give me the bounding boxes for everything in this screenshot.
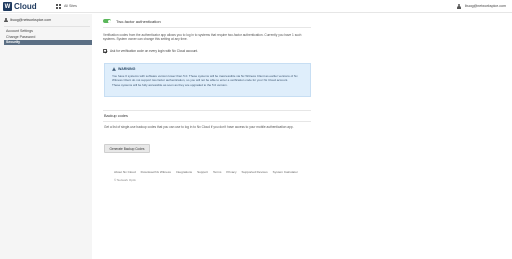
logo-mark: W [3, 2, 12, 11]
generate-backup-codes-button[interactable]: Generate Backup Codes [104, 144, 150, 153]
warning-header: WARNING [112, 67, 135, 71]
copyright: © Network Optix [114, 178, 136, 182]
footer-link-download[interactable]: Download Nx Witness [141, 170, 171, 175]
verification-checkbox-label: Ask for verification code on every login… [110, 49, 199, 53]
footer-link-integrations[interactable]: Integrations [176, 170, 192, 175]
verification-checkbox[interactable] [103, 49, 108, 53]
sidebar-item-security[interactable]: Security [4, 40, 92, 45]
footer-link-privacy[interactable]: Privacy [226, 170, 236, 175]
footer-link-about[interactable]: About Nx Cloud [114, 170, 136, 175]
sidebar-user-email: lbuog@networkspice.com [10, 18, 52, 22]
logo-text: Cloud [14, 2, 37, 11]
divider [103, 27, 311, 28]
user-email: lbuog@networkspice.com [464, 4, 506, 8]
logo[interactable]: W Cloud [3, 2, 37, 11]
sidebar-user: lbuog@networkspice.com [4, 18, 51, 22]
grid-icon[interactable] [56, 4, 61, 9]
two-factor-description: Verification codes from the authenticato… [103, 33, 302, 42]
two-factor-title: Two-factor authentication [116, 18, 161, 24]
warning-text: You have 0 systems with software version… [112, 74, 308, 88]
sidebar-item-change-password[interactable]: Change Password [4, 35, 92, 40]
warning-paragraph: These systems will be fully accessible a… [112, 82, 228, 87]
user-icon [4, 18, 8, 22]
user-menu[interactable]: lbuog@networkspice.com [457, 3, 506, 9]
footer-links: About Nx Cloud Download Nx Witness Integ… [114, 170, 303, 175]
backup-codes-description: Get a list of single-use backup codes th… [104, 125, 294, 129]
footer-link-system-calculator[interactable]: System Calculator [273, 170, 298, 175]
footer-link-supported-devices[interactable]: Supported Devices [242, 170, 268, 175]
top-bar: W Cloud All Sites lbuog@networkspice.com [0, 0, 512, 13]
sidebar: lbuog@networkspice.com Account Settings … [0, 14, 92, 259]
all-sites-link[interactable]: All Sites [64, 3, 77, 10]
two-factor-toggle[interactable] [103, 19, 111, 23]
verification-checkbox-row[interactable]: Ask for verification code on every login… [103, 49, 198, 53]
backup-codes-title: Backup codes [104, 114, 128, 118]
sidebar-item-account-settings[interactable]: Account Settings [4, 29, 92, 34]
warning-box: WARNING You have 0 systems with software… [104, 63, 311, 97]
divider [103, 121, 311, 122]
user-icon [457, 3, 462, 9]
warning-icon [112, 67, 116, 71]
warning-title: WARNING [118, 67, 136, 71]
divider [103, 110, 311, 111]
footer-link-support[interactable]: Support [197, 170, 208, 175]
warning-paragraph: You have 0 systems with software version… [112, 74, 298, 83]
divider [4, 26, 90, 27]
footer-link-terms[interactable]: Terms [213, 170, 221, 175]
